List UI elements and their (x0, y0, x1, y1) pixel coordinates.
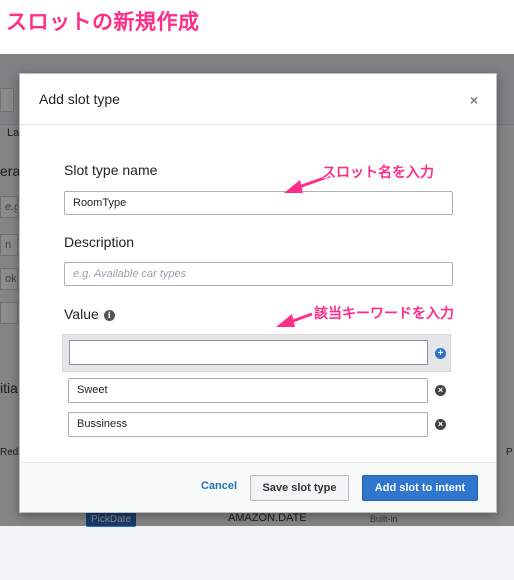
add-slot-type-dialog: Add slot type × Slot type name Descripti… (19, 73, 497, 513)
slot-type-name-input[interactable] (64, 191, 453, 215)
close-icon[interactable]: × (470, 92, 478, 108)
dialog-header: Add slot type (20, 74, 496, 125)
remove-value-icon[interactable]: × (435, 419, 446, 430)
value-item[interactable]: Sweet (68, 378, 428, 403)
value-entry-box: + (62, 334, 451, 372)
remove-value-icon[interactable]: × (435, 385, 446, 396)
save-slot-type-button[interactable]: Save slot type (250, 475, 349, 501)
keyword-annotation: 該当キーワードを入力 (314, 305, 454, 321)
info-icon[interactable]: i (103, 310, 115, 321)
description-input[interactable] (64, 262, 453, 286)
slot-type-name-label: Slot type name (64, 162, 158, 178)
slot-name-annotation: スロット名を入力 (322, 164, 434, 180)
value-label-row: Value i (64, 306, 115, 322)
page-heading: スロットの新規作成 (6, 11, 200, 34)
add-value-icon[interactable]: + (435, 348, 446, 359)
value-input[interactable] (69, 340, 428, 365)
dialog-title: Add slot type (39, 91, 120, 107)
add-slot-to-intent-button[interactable]: Add slot to intent (362, 475, 478, 501)
value-item[interactable]: Bussiness (68, 412, 428, 437)
cancel-button[interactable]: Cancel (201, 480, 237, 492)
description-label: Description (64, 234, 135, 250)
dialog-footer: Cancel Save slot type Add slot to intent (20, 462, 496, 512)
value-label: Value (64, 306, 99, 322)
